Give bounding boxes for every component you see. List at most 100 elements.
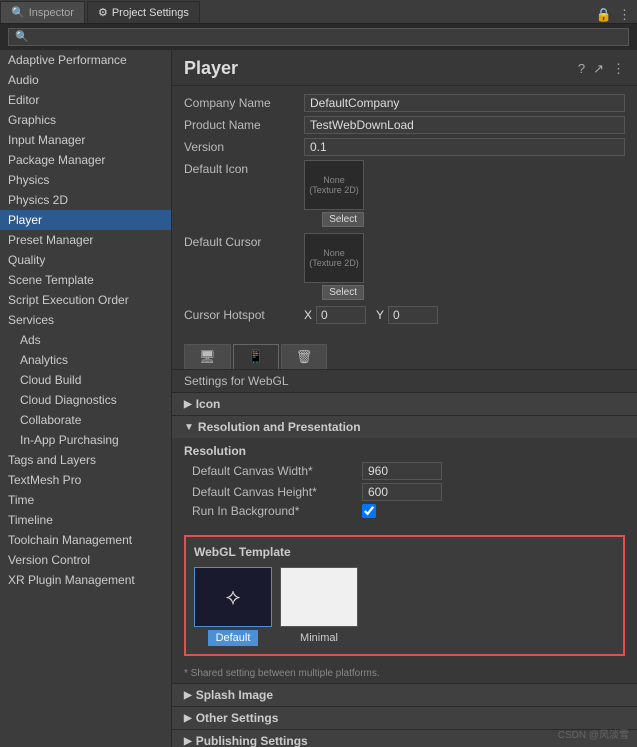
- template-thumb-minimal: [280, 567, 358, 627]
- other-settings-label: Other Settings: [196, 711, 279, 725]
- default-cursor-box: None(Texture 2D) Select: [304, 233, 364, 300]
- icon-select-button[interactable]: Select: [322, 212, 364, 227]
- cursor-preview: None(Texture 2D): [304, 233, 364, 283]
- icon-preview-text: None(Texture 2D): [309, 175, 359, 195]
- hotspot-y-input[interactable]: [388, 306, 438, 324]
- canvas-width-label: Default Canvas Width*: [192, 464, 362, 478]
- sidebar-item-physics-2d[interactable]: Physics 2D: [0, 190, 171, 210]
- webgl-template-section: WebGL Template ⟡ Default Minimal: [184, 535, 625, 656]
- search-input[interactable]: [8, 28, 629, 46]
- default-icon-label: Default Icon: [184, 160, 304, 176]
- icon-section-header[interactable]: ▶ Icon: [172, 392, 637, 415]
- hotspot-x-input[interactable]: [316, 306, 366, 324]
- platform-tab-desktop[interactable]: 🖥: [184, 344, 231, 369]
- product-name-input[interactable]: [304, 116, 625, 134]
- open-icon[interactable]: ↗: [593, 61, 604, 77]
- icon-section-arrow: ▶: [184, 399, 192, 410]
- sidebar-item-physics[interactable]: Physics: [0, 170, 171, 190]
- watermark: CSDN @风淡雪: [558, 726, 629, 741]
- sidebar-item-cloud-diagnostics[interactable]: Cloud Diagnostics: [0, 390, 171, 410]
- webgl-template-title: WebGL Template: [194, 545, 615, 559]
- sidebar-item-package-manager[interactable]: Package Manager: [0, 150, 171, 170]
- template-label-default: Default: [208, 630, 259, 646]
- more-icon[interactable]: ⋮: [618, 7, 631, 23]
- run-in-background-checkbox[interactable]: [362, 504, 376, 518]
- tab-inspector-label: Inspector: [29, 7, 74, 19]
- sidebar-item-xr-plugin-management[interactable]: XR Plugin Management: [0, 570, 171, 590]
- splash-section-arrow: ▶: [184, 690, 192, 701]
- sidebar-item-script-execution-order[interactable]: Script Execution Order: [0, 290, 171, 310]
- resolution-section-label: Resolution and Presentation: [198, 420, 361, 434]
- canvas-width-input[interactable]: [362, 462, 442, 480]
- sidebar-item-adaptive-performance[interactable]: Adaptive Performance: [0, 50, 171, 70]
- template-thumb-default: ⟡: [194, 567, 272, 627]
- version-input[interactable]: [304, 138, 625, 156]
- company-name-label: Company Name: [184, 96, 304, 110]
- sidebar-item-tags-and-layers[interactable]: Tags and Layers: [0, 450, 171, 470]
- sidebar-item-collaborate[interactable]: Collaborate: [0, 410, 171, 430]
- canvas-height-input[interactable]: [362, 483, 442, 501]
- menu-icon[interactable]: ⋮: [612, 61, 625, 77]
- hotspot-x-label: X: [304, 308, 312, 322]
- sidebar: Adaptive PerformanceAudioEditorGraphicsI…: [0, 50, 172, 747]
- content-area: Player ? ↗ ⋮ Company Name Product Name V…: [172, 50, 637, 747]
- icon-preview: None(Texture 2D): [304, 160, 364, 210]
- resolution-section-header[interactable]: ▼ Resolution and Presentation: [172, 415, 637, 438]
- product-name-label: Product Name: [184, 118, 304, 132]
- sidebar-item-audio[interactable]: Audio: [0, 70, 171, 90]
- sidebar-item-preset-manager[interactable]: Preset Manager: [0, 230, 171, 250]
- publishing-settings-label: Publishing Settings: [196, 734, 308, 747]
- sidebar-item-quality[interactable]: Quality: [0, 250, 171, 270]
- default-cursor-label: Default Cursor: [184, 233, 304, 249]
- sidebar-item-timeline[interactable]: Timeline: [0, 510, 171, 530]
- platform-tab-other[interactable]: 🗑: [281, 344, 328, 369]
- sidebar-item-in-app-purchasing[interactable]: In-App Purchasing: [0, 430, 171, 450]
- cursor-hotspot-row: Cursor Hotspot X Y: [184, 306, 625, 324]
- sidebar-item-scene-template[interactable]: Scene Template: [0, 270, 171, 290]
- sidebar-item-time[interactable]: Time: [0, 490, 171, 510]
- tab-bar-right: 🔒 ⋮: [596, 7, 637, 23]
- header-icons: ? ↗ ⋮: [578, 61, 625, 77]
- cursor-preview-text: None(Texture 2D): [309, 248, 359, 268]
- default-icon-box: None(Texture 2D) Select: [304, 160, 364, 227]
- publishing-section-arrow: ▶: [184, 736, 192, 747]
- sidebar-item-input-manager[interactable]: Input Manager: [0, 130, 171, 150]
- hotspot-xy: X Y: [304, 306, 438, 324]
- splash-image-section-header[interactable]: ▶ Splash Image: [172, 683, 637, 706]
- platform-tabs: 🖥 📱 🗑: [172, 340, 637, 370]
- sidebar-item-editor[interactable]: Editor: [0, 90, 171, 110]
- sidebar-item-services[interactable]: Services: [0, 310, 171, 330]
- run-in-background-label: Run In Background*: [192, 504, 362, 518]
- tab-project-settings-label: Project Settings: [112, 7, 189, 19]
- sidebar-item-player[interactable]: Player: [0, 210, 171, 230]
- hotspot-y-field: Y: [376, 306, 438, 324]
- lock-icon[interactable]: 🔒: [596, 7, 612, 23]
- template-options: ⟡ Default Minimal: [194, 567, 615, 646]
- sidebar-item-textmesh-pro[interactable]: TextMesh Pro: [0, 470, 171, 490]
- sidebar-item-ads[interactable]: Ads: [0, 330, 171, 350]
- company-name-input[interactable]: [304, 94, 625, 112]
- hotspot-x-field: X: [304, 306, 366, 324]
- sidebar-item-analytics[interactable]: Analytics: [0, 350, 171, 370]
- inspector-icon: 🔍: [11, 6, 25, 19]
- platform-tab-mobile[interactable]: 📱: [233, 344, 279, 369]
- shared-note: * Shared setting between multiple platfo…: [172, 664, 637, 683]
- other-section-arrow: ▶: [184, 713, 192, 724]
- resolution-section-arrow: ▼: [184, 422, 194, 433]
- tab-bar: 🔍 Inspector ⚙ Project Settings 🔒 ⋮: [0, 0, 637, 24]
- resolution-section: Resolution Default Canvas Width* Default…: [172, 438, 637, 527]
- template-label-minimal: Minimal: [292, 630, 346, 646]
- settings-for: Settings for WebGL: [172, 370, 637, 392]
- tab-project-settings[interactable]: ⚙ Project Settings: [87, 1, 200, 23]
- help-icon[interactable]: ?: [578, 61, 585, 77]
- version-label: Version: [184, 140, 304, 154]
- tab-inspector[interactable]: 🔍 Inspector: [0, 1, 85, 23]
- template-option-default[interactable]: ⟡ Default: [194, 567, 272, 646]
- sidebar-item-toolchain-management[interactable]: Toolchain Management: [0, 530, 171, 550]
- sidebar-item-version-control[interactable]: Version Control: [0, 550, 171, 570]
- company-name-row: Company Name: [184, 94, 625, 112]
- sidebar-item-cloud-build[interactable]: Cloud Build: [0, 370, 171, 390]
- template-option-minimal[interactable]: Minimal: [280, 567, 358, 646]
- cursor-select-button[interactable]: Select: [322, 285, 364, 300]
- sidebar-item-graphics[interactable]: Graphics: [0, 110, 171, 130]
